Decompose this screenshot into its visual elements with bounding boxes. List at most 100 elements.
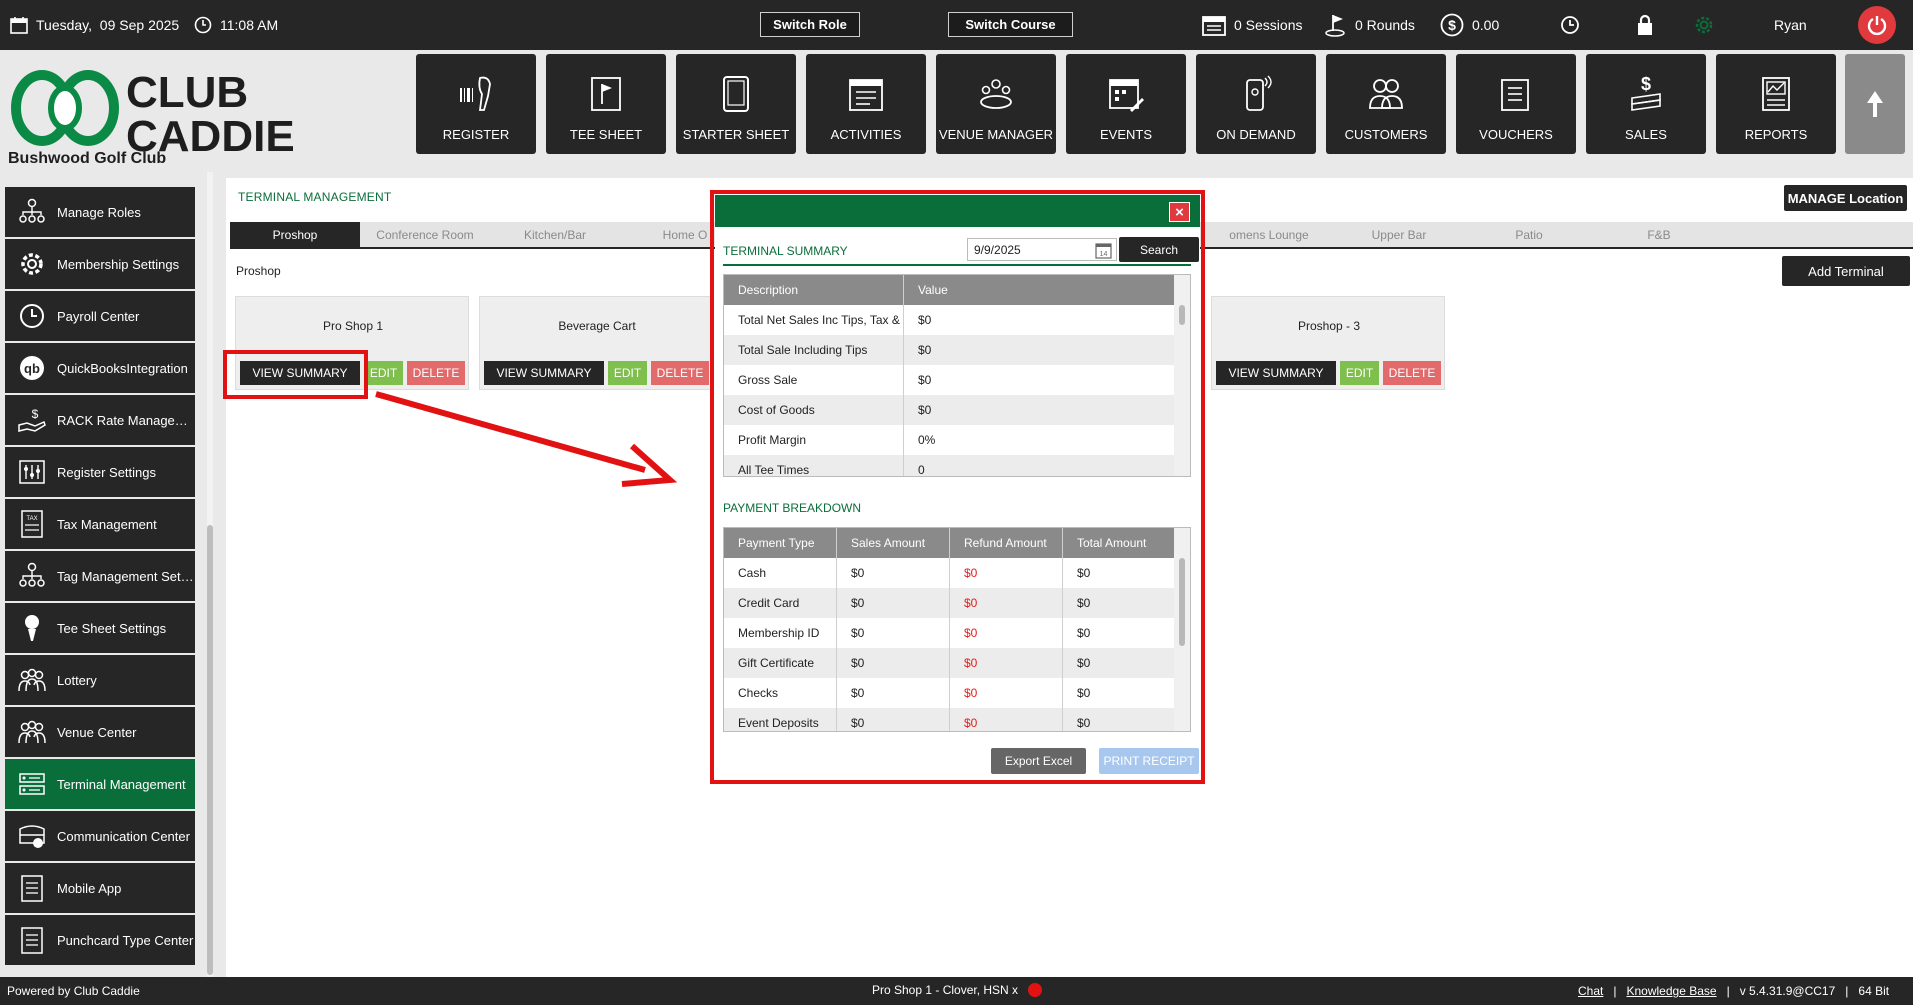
sidebar-item-payroll-center[interactable]: Payroll Center [5, 291, 195, 341]
sidebar-item-manage-roles[interactable]: Manage Roles [5, 187, 195, 237]
nav-reports[interactable]: REPORTS [1716, 54, 1836, 154]
clock-icon [194, 16, 212, 34]
nav-register[interactable]: REGISTER [416, 54, 536, 154]
annotation-arrow-icon [375, 391, 678, 487]
tab-kitchen-bar[interactable]: Kitchen/Bar [490, 222, 620, 247]
chat-link[interactable]: Chat [1578, 984, 1603, 998]
sidebar-item-venue-center[interactable]: Venue Center [5, 707, 195, 757]
tab-womens-lounge[interactable]: omens Lounge [1204, 222, 1334, 247]
sidebar-item-label: Mobile App [57, 880, 122, 896]
nav-register-label: REGISTER [442, 127, 510, 142]
scroll-thumb[interactable] [1179, 305, 1185, 325]
refund-amount: $0 [950, 708, 1063, 731]
terminal-name: Beverage Cart [558, 319, 636, 333]
switch-role-button[interactable]: Switch Role [760, 12, 860, 37]
tab-patio[interactable]: Patio [1464, 222, 1594, 247]
sidebar-item-punchcard[interactable]: Punchcard Type Center [5, 915, 195, 965]
row-description: Cost of Goods [724, 395, 904, 425]
terminal-name: Proshop - 3 [1297, 319, 1361, 333]
user-name[interactable]: Ryan [1774, 0, 1807, 50]
nav-on-demand[interactable]: ON DEMAND [1196, 54, 1316, 154]
history-icon-wrap[interactable] [1560, 0, 1580, 50]
time-display: 11:08 AM [194, 0, 278, 50]
table-row: Cost of Goods $0 [724, 395, 1190, 425]
sidebar-scroll-thumb[interactable] [207, 525, 213, 975]
org-chart-icon [19, 198, 45, 223]
checklist-icon [21, 927, 43, 954]
settings-icon-wrap[interactable] [1692, 0, 1716, 50]
nav-starter-sheet[interactable]: STARTER SHEET [676, 54, 796, 154]
collapse-header-button[interactable] [1845, 54, 1905, 154]
history-clock-icon[interactable] [1560, 15, 1580, 35]
total-amount: $0 [1077, 716, 1091, 730]
nav-customers[interactable]: CUSTOMERS [1326, 54, 1446, 154]
payment-type: Credit Card [724, 588, 837, 618]
export-excel-button[interactable]: Export Excel [991, 748, 1086, 774]
view-summary-button[interactable]: VIEW SUMMARY [1216, 361, 1336, 385]
balance-display[interactable]: $ 0.00 [1440, 0, 1499, 50]
sidebar-item-quickbooks[interactable]: qb QuickBooksIntegration [5, 343, 195, 393]
scroll-thumb[interactable] [1179, 558, 1185, 646]
row-description: Gross Sale [724, 365, 904, 395]
sidebar-item-tee-sheet-settings[interactable]: Tee Sheet Settings [5, 603, 195, 653]
date-input[interactable]: 9/9/2025 14 [967, 238, 1117, 261]
sidebar-item-lottery[interactable]: Lottery [5, 655, 195, 705]
sidebar-item-tax-management[interactable]: TAX Tax Management [5, 499, 195, 549]
separator: | [1845, 984, 1849, 998]
tab-upper-bar[interactable]: Upper Bar [1334, 222, 1464, 247]
sidebar-item-rack-rate[interactable]: $ RACK Rate Manageme... [5, 395, 195, 445]
nav-vouchers[interactable]: VOUCHERS [1456, 54, 1576, 154]
terminal-card: Pro Shop 1 VIEW SUMMARY EDIT DELETE [235, 296, 469, 390]
flag-icon [591, 77, 621, 111]
logo-mark-icon: CLUB CADDIE [11, 68, 295, 161]
sidebar-item-mobile-app[interactable]: Mobile App [5, 863, 195, 913]
sidebar-item-communication-center[interactable]: Communication Center [5, 811, 195, 861]
sidebar-item-terminal-management[interactable]: Terminal Management [5, 759, 195, 809]
tab-conference-room[interactable]: Conference Room [360, 222, 490, 247]
summary-body: Total Net Sales Inc Tips, Tax & $0 Total … [724, 305, 1190, 476]
search-button[interactable]: Search [1119, 237, 1199, 262]
sidebar-item-register-settings[interactable]: Register Settings [5, 447, 195, 497]
print-receipt-button[interactable]: PRINT RECEIPT [1099, 748, 1199, 774]
date-text: Tuesday, 09 Sep 2025 [36, 17, 180, 33]
nav-venue-manager[interactable]: VENUE MANAGER [936, 54, 1056, 154]
sidebar-item-tag-management[interactable]: Tag Management Setti... [5, 551, 195, 601]
nav-sales[interactable]: $ SALES [1586, 54, 1706, 154]
sidebar-item-membership-settings[interactable]: Membership Settings [5, 239, 195, 289]
payment-scrollbar[interactable] [1174, 528, 1190, 731]
refund-amount: $0 [950, 618, 1063, 648]
knowledge-base-link[interactable]: Knowledge Base [1626, 984, 1716, 998]
nav-activities[interactable]: ACTIVITIES [806, 54, 926, 154]
add-terminal-button[interactable]: Add Terminal [1782, 256, 1910, 286]
separator: | [1613, 984, 1617, 998]
rounds-display[interactable]: 0 Rounds [1325, 0, 1415, 50]
nav-events[interactable]: EVENTS [1066, 54, 1186, 154]
sessions-display[interactable]: 0 Sessions [1202, 0, 1302, 50]
delete-button[interactable]: DELETE [1383, 361, 1441, 385]
logout-button[interactable] [1858, 6, 1896, 44]
edit-button[interactable]: EDIT [1340, 361, 1379, 385]
view-summary-button[interactable]: VIEW SUMMARY [240, 361, 360, 385]
refund-amount: $0 [950, 558, 1063, 588]
table-row: Credit Card $0 $0 $0 [724, 588, 1190, 618]
lock-icon-wrap[interactable] [1636, 0, 1654, 50]
lock-icon[interactable] [1636, 14, 1654, 36]
rounds-text: 0 Rounds [1355, 17, 1415, 33]
manage-location-button[interactable]: MANAGE Location [1784, 185, 1907, 211]
bits-text: 64 Bit [1858, 984, 1890, 998]
svg-text:$: $ [1448, 17, 1456, 33]
tab-proshop[interactable]: Proshop [230, 222, 360, 247]
club-caddie-logo: CLUB CADDIE [8, 60, 328, 161]
tab-fnb[interactable]: F&B [1594, 222, 1724, 247]
sidebar-item-label: QuickBooksIntegration [57, 360, 188, 376]
column-header: Description [724, 275, 904, 305]
gear-icon[interactable] [1692, 13, 1716, 37]
calendar-icon[interactable]: 14 [1095, 242, 1112, 259]
row-description: Profit Margin [724, 425, 904, 455]
summary-scrollbar[interactable] [1174, 275, 1190, 476]
switch-course-button[interactable]: Switch Course [948, 12, 1073, 37]
close-button[interactable]: × [1169, 202, 1190, 222]
nav-tee-sheet[interactable]: TEE SHEET [546, 54, 666, 154]
total-amount: $0 [1077, 626, 1091, 640]
total-amount: $0 [1077, 566, 1091, 580]
